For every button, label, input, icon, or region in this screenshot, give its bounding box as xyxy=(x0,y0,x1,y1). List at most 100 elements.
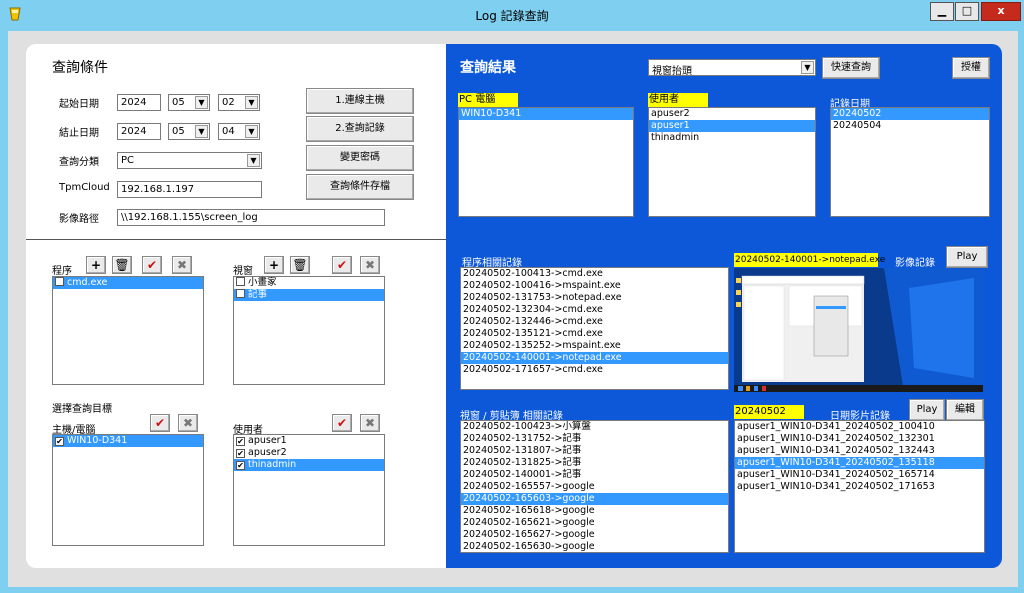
list-item[interactable]: 20240502-131825->記事 xyxy=(461,457,728,469)
list-item[interactable]: apuser1_WIN10-D341_20240502_171653 xyxy=(735,481,984,493)
add-icon[interactable]: + xyxy=(264,256,284,274)
save-query-button[interactable]: 查詢條件存檔 xyxy=(306,174,414,200)
list-item[interactable]: 20240502 xyxy=(831,108,989,120)
list-item[interactable]: ✔ thinadmin xyxy=(234,459,384,471)
check-all-icon[interactable]: ✔ xyxy=(150,414,170,432)
list-item[interactable]: 20240502-100413->cmd.exe xyxy=(461,268,728,280)
list-item[interactable]: cmd.exe xyxy=(53,277,203,289)
list-item[interactable]: 20240502-140001->記事 xyxy=(461,469,728,481)
clear-icon[interactable]: ✖ xyxy=(178,414,198,432)
query-records-button[interactable]: 2.查詢記錄 xyxy=(306,116,414,142)
checkbox[interactable]: ✔ xyxy=(55,437,64,446)
record-date-list[interactable]: 20240502 20240504 xyxy=(830,107,990,217)
trash-icon[interactable]: 🗑 xyxy=(290,256,310,274)
chevron-down-icon: ▼ xyxy=(245,96,258,109)
program-log-list[interactable]: 20240502-100413->cmd.exe 20240502-100416… xyxy=(460,267,729,390)
screenshot-preview[interactable] xyxy=(734,268,983,392)
checkbox[interactable] xyxy=(236,277,245,286)
list-item[interactable]: 20240502-171657->cmd.exe xyxy=(461,364,728,376)
list-item[interactable]: apuser1_WIN10-D341_20240502_132443 xyxy=(735,445,984,457)
maximize-button[interactable]: □ xyxy=(955,2,979,21)
play-video-button[interactable]: Play xyxy=(909,399,945,421)
user-list[interactable]: ✔ apuser1 ✔ apuser2 ✔ thinadmin xyxy=(233,434,385,546)
image-path-input[interactable]: \\192.168.1.155\screen_log xyxy=(117,209,385,226)
clear-icon[interactable]: ✖ xyxy=(360,414,380,432)
list-item[interactable]: 20240502-135121->cmd.exe xyxy=(461,328,728,340)
list-item[interactable]: 記事 xyxy=(234,289,384,301)
start-month-select[interactable]: 05 ▼ xyxy=(168,94,210,111)
add-icon[interactable]: + xyxy=(86,256,106,274)
connect-host-button[interactable]: 1.連線主機 xyxy=(306,88,414,114)
start-date-label: 起始日期 xyxy=(59,99,99,110)
checkbox[interactable]: ✔ xyxy=(236,461,245,470)
list-item[interactable]: apuser1_WIN10-D341_20240502_135118 xyxy=(735,457,984,469)
category-select[interactable]: PC ▼ xyxy=(117,152,262,169)
list-item[interactable]: 20240502-132446->cmd.exe xyxy=(461,316,728,328)
tpmcloud-input[interactable]: 192.168.1.197 xyxy=(117,181,262,198)
check-all-icon[interactable]: ✔ xyxy=(332,414,352,432)
clear-icon[interactable]: ✖ xyxy=(360,256,380,274)
list-item[interactable]: 20240502-100416->mspaint.exe xyxy=(461,280,728,292)
result-user-label: 使用者 xyxy=(648,93,708,107)
list-item[interactable]: 20240502-100423->小算盤 xyxy=(461,421,728,433)
result-user-list[interactable]: apuser2 apuser1 thinadmin xyxy=(648,107,816,217)
list-item[interactable]: 20240504 xyxy=(831,120,989,132)
checkbox[interactable] xyxy=(55,277,64,286)
clipboard-log-list[interactable]: 20240502-100423->小算盤 20240502-131752->記事… xyxy=(460,420,729,553)
list-item[interactable]: apuser1 xyxy=(649,120,815,132)
window-list[interactable]: 小畫家 記事 xyxy=(233,276,385,385)
list-item[interactable]: 20240502-165618->google xyxy=(461,505,728,517)
check-all-icon[interactable]: ✔ xyxy=(332,256,352,274)
end-day-select[interactable]: 04 ▼ xyxy=(218,123,260,140)
list-item[interactable]: 小畫家 xyxy=(234,277,384,289)
authorize-button[interactable]: 授權 xyxy=(952,57,990,79)
minimize-button[interactable]: ▁ xyxy=(930,2,954,21)
list-item[interactable]: 20240502-131807->記事 xyxy=(461,445,728,457)
edit-button[interactable]: 編輯 xyxy=(946,399,984,421)
list-item[interactable]: thinadmin xyxy=(649,132,815,144)
end-year-input[interactable]: 2024 xyxy=(117,123,161,140)
play-image-button[interactable]: Play xyxy=(946,246,988,268)
clear-icon[interactable]: ✖ xyxy=(172,256,192,274)
list-item[interactable]: ✔ apuser2 xyxy=(234,447,384,459)
results-heading: 查詢結果 xyxy=(460,60,516,76)
list-item[interactable]: 20240502-165603->google xyxy=(461,493,728,505)
checkbox[interactable] xyxy=(236,289,245,298)
list-item[interactable]: ✔ apuser1 xyxy=(234,435,384,447)
check-all-icon[interactable]: ✔ xyxy=(142,256,162,274)
checkbox[interactable]: ✔ xyxy=(236,449,245,458)
list-item[interactable]: apuser2 xyxy=(649,108,815,120)
quick-query-button[interactable]: 快速查詢 xyxy=(822,57,880,79)
pc-list[interactable]: WIN10-D341 xyxy=(458,107,634,217)
list-item[interactable]: 20240502-165627->google xyxy=(461,529,728,541)
end-month-select[interactable]: 05 ▼ xyxy=(168,123,210,140)
view-select[interactable]: 視窗抬頭 ▼ xyxy=(648,59,816,77)
checkbox[interactable]: ✔ xyxy=(236,437,245,446)
list-item[interactable]: WIN10-D341 xyxy=(459,108,633,120)
list-item[interactable]: 20240502-132304->cmd.exe xyxy=(461,304,728,316)
change-password-button[interactable]: 變更密碼 xyxy=(306,145,414,171)
list-item[interactable]: 20240502-165621->google xyxy=(461,517,728,529)
video-list[interactable]: apuser1_WIN10-D341_20240502_100410 apuse… xyxy=(734,420,985,553)
list-item[interactable]: apuser1_WIN10-D341_20240502_165714 xyxy=(735,469,984,481)
list-item[interactable]: 20240502-135252->mspaint.exe xyxy=(461,340,728,352)
list-item[interactable]: 20240502-165630->google xyxy=(461,541,728,552)
list-item[interactable]: 20240502-131753->notepad.exe xyxy=(461,292,728,304)
list-item[interactable]: apuser1_WIN10-D341_20240502_132301 xyxy=(735,433,984,445)
trash-icon[interactable]: 🗑 xyxy=(112,256,132,274)
start-day-select[interactable]: 02 ▼ xyxy=(218,94,260,111)
title-bar: Log 記錄查詢 ▁ □ x xyxy=(0,0,1024,30)
image-path-label: 影像路徑 xyxy=(59,214,99,225)
list-item[interactable]: apuser1_WIN10-D341_20240502_100410 xyxy=(735,421,984,433)
list-item[interactable]: 20240502-131752->記事 xyxy=(461,433,728,445)
host-list[interactable]: ✔ WIN10-D341 xyxy=(52,434,204,546)
chevron-down-icon: ▼ xyxy=(247,154,260,167)
list-item[interactable]: 20240502-140001->notepad.exe xyxy=(461,352,728,364)
list-item[interactable]: 20240502-165557->google xyxy=(461,481,728,493)
video-date-label: 20240502 xyxy=(734,405,804,419)
category-label: 查詢分類 xyxy=(59,157,99,168)
program-list[interactable]: cmd.exe xyxy=(52,276,204,385)
close-button[interactable]: x xyxy=(981,2,1021,21)
start-year-input[interactable]: 2024 xyxy=(117,94,161,111)
list-item[interactable]: ✔ WIN10-D341 xyxy=(53,435,203,447)
